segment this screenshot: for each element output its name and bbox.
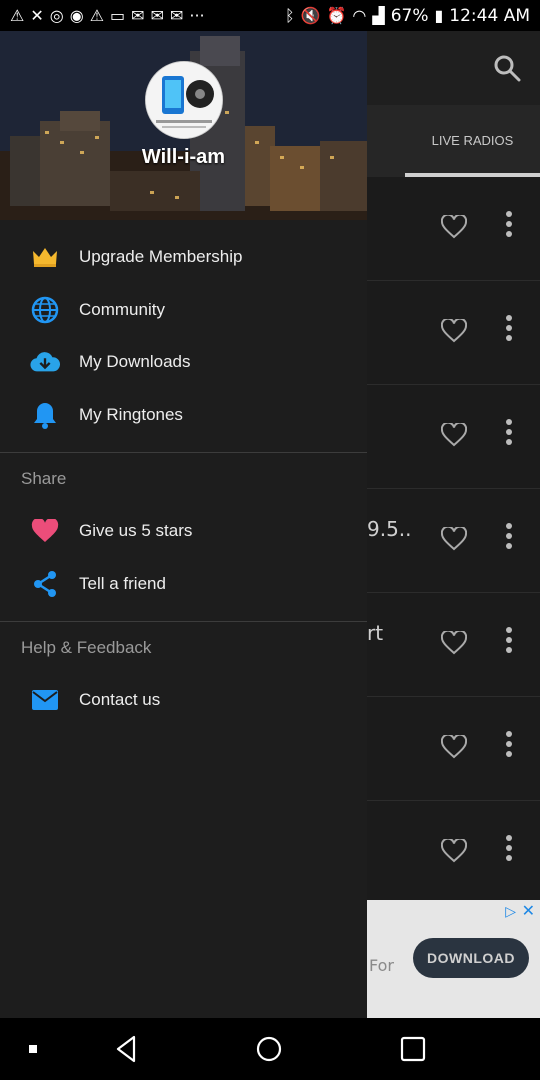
ad-download-button[interactable]: DOWNLOAD	[413, 938, 529, 978]
more-icon: ···	[189, 6, 205, 25]
ad-banner[interactable]: ▷ ✕ For DOWNLOAD	[367, 900, 540, 1018]
menu-label: Upgrade Membership	[79, 247, 243, 267]
section-title-share: Share	[21, 469, 67, 488]
favorite-icon[interactable]	[441, 319, 467, 343]
battery-icon: ▮	[434, 6, 444, 25]
favorite-icon[interactable]	[441, 631, 467, 655]
menu-label: My Ringtones	[79, 404, 183, 424]
menu-label: Give us 5 stars	[79, 521, 193, 541]
gmail-icon: ✉	[150, 6, 164, 25]
search-icon[interactable]	[492, 53, 522, 83]
cloud-download-icon	[30, 347, 60, 377]
mute-icon: 🔇	[300, 6, 321, 25]
favorite-icon[interactable]	[441, 735, 467, 759]
message-icon: ▭	[110, 6, 126, 25]
home-icon[interactable]	[254, 1034, 284, 1064]
battery-percent: 67%	[390, 5, 429, 26]
crown-icon	[30, 242, 60, 272]
gmail-icon: ✉	[169, 6, 184, 25]
menu-item-my-ringtones[interactable]: My Ringtones	[0, 389, 367, 442]
tab-live-radios[interactable]: LIVE RADIOS	[405, 105, 540, 177]
more-options-icon[interactable]	[505, 835, 513, 865]
more-options-icon[interactable]	[505, 211, 513, 241]
wifi-icon: ◠	[352, 6, 367, 25]
status-bar: ⚠ ✕ ◎ ◉ ⚠ ▭ ✉ ✉ ✉ ··· ᛒ 🔇 ⏰ ◠ ▟ 67% ▮ 12…	[0, 0, 540, 31]
row-title: rt	[367, 621, 384, 645]
favorite-icon[interactable]	[441, 527, 467, 551]
menu-label: Tell a friend	[79, 573, 166, 593]
navigation-drawer: Will-i-am Upgrade Membership Community M…	[0, 31, 367, 1018]
close-icon[interactable]: ✕	[522, 901, 535, 920]
more-options-icon[interactable]	[505, 315, 513, 345]
recents-icon[interactable]	[398, 1034, 428, 1064]
menu-item-tell-a-friend[interactable]: Tell a friend	[0, 558, 367, 611]
warning-icon: ⚠	[89, 6, 105, 25]
menu-item-contact-us[interactable]: Contact us	[0, 674, 367, 727]
ad-text: For	[369, 956, 394, 975]
drawer-menu: Upgrade Membership Community My Download…	[0, 220, 367, 727]
instagram-icon: ◎	[49, 6, 64, 25]
bluetooth-icon: ᛒ	[284, 6, 295, 25]
clock: 12:44 AM	[449, 5, 530, 26]
globe-icon	[30, 295, 60, 325]
tab-label: LIVE RADIOS	[431, 133, 514, 148]
menu-label: Community	[79, 299, 165, 319]
alarm-icon: ⏰	[326, 6, 347, 25]
menu-label: My Downloads	[79, 352, 191, 372]
gmail-icon: ✉	[131, 6, 145, 25]
more-options-icon[interactable]	[505, 419, 513, 449]
username: Will-i-am	[141, 146, 226, 168]
recent-dot-icon	[29, 1045, 37, 1053]
menu-item-give-us-5-stars[interactable]: Give us 5 stars	[0, 505, 367, 558]
row-title: 9.5..	[367, 517, 412, 541]
menu-item-upgrade-membership[interactable]: Upgrade Membership	[0, 231, 367, 284]
menu-item-community[interactable]: Community	[0, 284, 367, 337]
favorite-icon[interactable]	[441, 215, 467, 239]
system-nav-bar	[0, 1018, 540, 1080]
heart-icon	[30, 516, 60, 546]
menu-item-my-downloads[interactable]: My Downloads	[0, 336, 367, 389]
share-icon	[30, 569, 60, 599]
more-options-icon[interactable]	[505, 523, 513, 553]
notification-icons: ⚠ ✕ ◎ ◉ ⚠ ▭ ✉ ✉ ✉ ···	[10, 6, 205, 25]
mail-icon	[30, 685, 60, 715]
more-options-icon[interactable]	[505, 731, 513, 761]
avatar[interactable]	[145, 61, 223, 139]
missed-call-icon: ✕	[30, 6, 44, 25]
favorite-icon[interactable]	[441, 423, 467, 447]
section-title-help-feedback: Help & Feedback	[21, 638, 152, 657]
back-icon[interactable]	[112, 1034, 142, 1064]
signal-icon: ▟	[372, 6, 385, 25]
app-icon: ◉	[69, 6, 84, 25]
more-options-icon[interactable]	[505, 627, 513, 657]
warning-icon: ⚠	[10, 6, 25, 25]
favorite-icon[interactable]	[441, 839, 467, 863]
bell-icon	[30, 400, 60, 430]
adchoices-icon[interactable]: ▷	[505, 904, 516, 920]
menu-label: Contact us	[79, 690, 161, 710]
drawer-header: Will-i-am	[0, 31, 367, 220]
